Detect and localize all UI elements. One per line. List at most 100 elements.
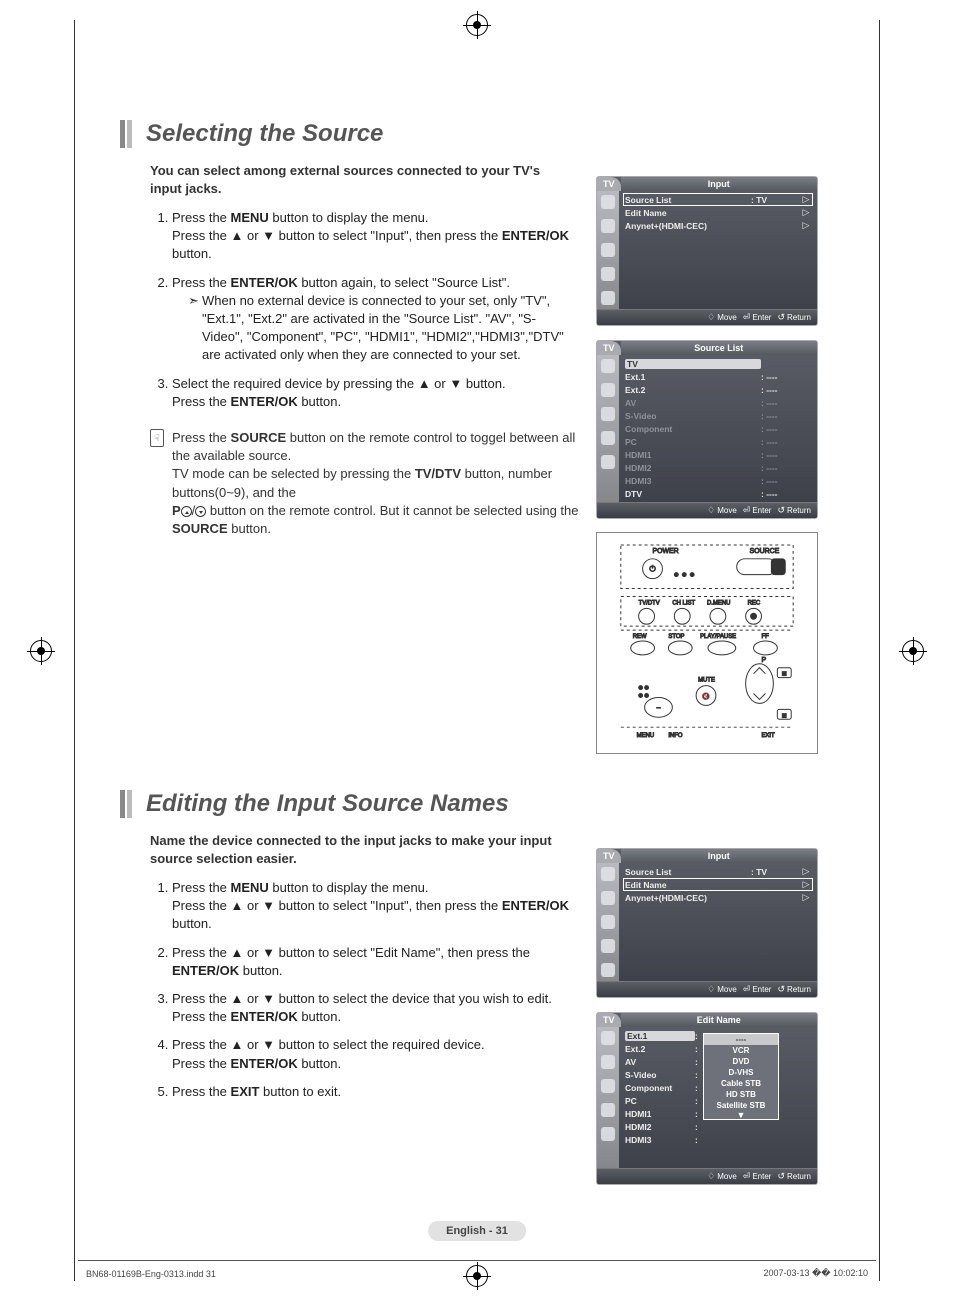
osd-row[interactable]: S-Video: ---- [623, 409, 813, 422]
osd-rail-icon [601, 455, 615, 469]
step-1: Press the MENU button to display the men… [172, 209, 570, 264]
osd-row[interactable]: HDMI2: [623, 1120, 813, 1133]
svg-text:REW: REW [633, 634, 647, 640]
step-3: Press the ▲ or ▼ button to select the de… [172, 990, 570, 1026]
label-source: SOURCE [750, 548, 780, 555]
remote-svg: POWER ⏻ SOURCE TV/DTV CH LIST D.MENU REC… [603, 539, 811, 747]
osd-icon-rail [597, 1027, 619, 1168]
osd-rail-icon [601, 1079, 615, 1093]
osd-row[interactable]: Component: ---- [623, 422, 813, 435]
section-intro: You can select among external sources co… [150, 162, 570, 197]
chevron-right-icon: ▷ [801, 866, 811, 877]
osd-edit-name: TV Edit Name Ext.1:Ext.2:AV:S-Video:Comp… [596, 1012, 818, 1185]
footer-timestamp: 2007-03-13 �� 10:02:10 [763, 1268, 868, 1279]
osd-tab: TV [597, 341, 621, 355]
osd-hint-move: ♢Move [707, 1171, 737, 1182]
popup-item342[interactable]: HD STB [704, 1089, 778, 1100]
osd-row[interactable]: Ext.1: ---- [623, 370, 813, 383]
svg-text:D.MENU: D.MENU [707, 600, 730, 606]
popup-item342[interactable]: D-VHS [704, 1067, 778, 1078]
remote-diagram: POWER ⏻ SOURCE TV/DTV CH LIST D.MENU REC… [596, 532, 818, 754]
osd-tab: TV [597, 849, 621, 863]
osd-row[interactable]: HDMI3: [623, 1133, 813, 1146]
osd-rows: TVExt.1: ----Ext.2: ----AV: ----S-Video:… [619, 355, 817, 502]
crop-rule-left [74, 20, 75, 1281]
svg-text:MENU: MENU [637, 733, 654, 739]
osd-rail-icon [601, 891, 615, 905]
osd-row[interactable]: Edit Name▷ [623, 206, 813, 219]
step-2-note: ➣ When no external device is connected t… [188, 292, 570, 365]
osd-hint-enter: ⏎Enter [743, 984, 772, 995]
popup-item342[interactable]: ---- [704, 1034, 778, 1045]
title-accent [120, 790, 132, 818]
registration-mark-top [466, 14, 488, 36]
osd-hint-move: ♢Move [707, 312, 737, 323]
popup-item342[interactable]: Cable STB [704, 1078, 778, 1089]
svg-text:⊞: ⊞ [782, 672, 787, 678]
osd-row[interactable]: TV [623, 357, 813, 370]
osd-rail-icon [601, 431, 615, 445]
osd-hint-return: ↺Return [777, 1171, 811, 1182]
popup-item342[interactable]: VCR [704, 1045, 778, 1056]
svg-text:−: − [656, 703, 661, 712]
osd-rows: Source List: TV▷ Edit Name▷ Anynet+(HDMI… [619, 863, 817, 981]
osd-row[interactable]: Source List: TV▷ [623, 865, 813, 878]
osd-row[interactable]: Edit Name▷ [623, 878, 813, 891]
svg-text:REC: REC [748, 600, 761, 606]
p-up-icon [181, 506, 192, 517]
steps-list: Press the MENU button to display the men… [150, 209, 570, 411]
edit-name-popup[interactable]: ----VCRDVDD-VHSCable STBHD STBSatellite … [703, 1033, 779, 1120]
osd-rows: Ext.1:Ext.2:AV:S-Video:Component:PC:HDMI… [619, 1027, 817, 1168]
svg-text:FF: FF [761, 634, 769, 640]
footer-line [78, 1260, 876, 1261]
step-3: Select the required device by pressing t… [172, 375, 570, 411]
osd-row[interactable]: AV: ---- [623, 396, 813, 409]
osd-row[interactable]: HDMI3: ---- [623, 474, 813, 487]
remote-tip: ☟ Press the SOURCE button on the remote … [150, 429, 580, 538]
osd-tab: TV [597, 1013, 621, 1027]
osd-row[interactable]: Source List: TV▷ [623, 193, 813, 206]
footer-filename: BN68-01169B-Eng-0313.indd 31 [86, 1269, 216, 1279]
step-1: Press the MENU button to display the men… [172, 879, 570, 934]
osd-row[interactable]: Anynet+(HDMI-CEC)▷ [623, 219, 813, 232]
step-2: Press the ENTER/OK button again, to sele… [172, 274, 570, 365]
steps-list-2: Press the MENU button to display the men… [150, 879, 570, 1101]
osd-row[interactable]: DTV: ---- [623, 487, 813, 500]
svg-text:INFO: INFO [668, 733, 683, 739]
registration-mark-bottom [466, 1265, 488, 1287]
osd-icon-rail [597, 863, 619, 981]
osd-rail-icon [601, 219, 615, 233]
svg-text:EXIT: EXIT [761, 733, 775, 739]
note-arrow-icon: ➣ [188, 292, 202, 365]
osd-row[interactable]: Ext.2: ---- [623, 383, 813, 396]
osd-icon-rail [597, 355, 619, 502]
registration-mark-left [30, 640, 52, 662]
chevron-right-icon: ▷ [801, 220, 811, 231]
osd-tab: TV [597, 177, 621, 191]
section-title: Selecting the Source [146, 120, 383, 148]
osd-hint-return: ↺Return [777, 505, 811, 516]
step-4: Press the ▲ or ▼ button to select the re… [172, 1036, 570, 1072]
popup-item342[interactable]: DVD [704, 1056, 778, 1067]
svg-text:⊞: ⊞ [782, 713, 787, 719]
osd-row[interactable]: HDMI2: ---- [623, 461, 813, 474]
osd-row[interactable]: PC: ---- [623, 435, 813, 448]
osd-hint-enter: ⏎Enter [743, 312, 772, 323]
osd-row[interactable]: HDMI1: ---- [623, 448, 813, 461]
osd-rail-icon [601, 359, 615, 373]
label-power: POWER [653, 548, 679, 555]
osd-rail-icon [601, 915, 615, 929]
step-5: Press the EXIT button to exit. [172, 1083, 570, 1101]
section-title-wrap: Selecting the Source [120, 120, 820, 148]
svg-text:PLAY/PAUSE: PLAY/PAUSE [700, 634, 736, 640]
osd-input-menu-2: TV Input Source List: TV▷ Edit Name▷ Any… [596, 848, 818, 998]
osd-icon-rail [597, 191, 619, 309]
p-down-icon [195, 506, 206, 517]
osd-hint-move: ♢Move [707, 505, 737, 516]
chevron-right-icon: ▷ [801, 207, 811, 218]
svg-text:P: P [761, 657, 766, 664]
osd-hint-return: ↺Return [777, 312, 811, 323]
osd-row[interactable]: Anynet+(HDMI-CEC)▷ [623, 891, 813, 904]
osd-title: Input [621, 849, 817, 863]
osd-rail-icon [601, 867, 615, 881]
